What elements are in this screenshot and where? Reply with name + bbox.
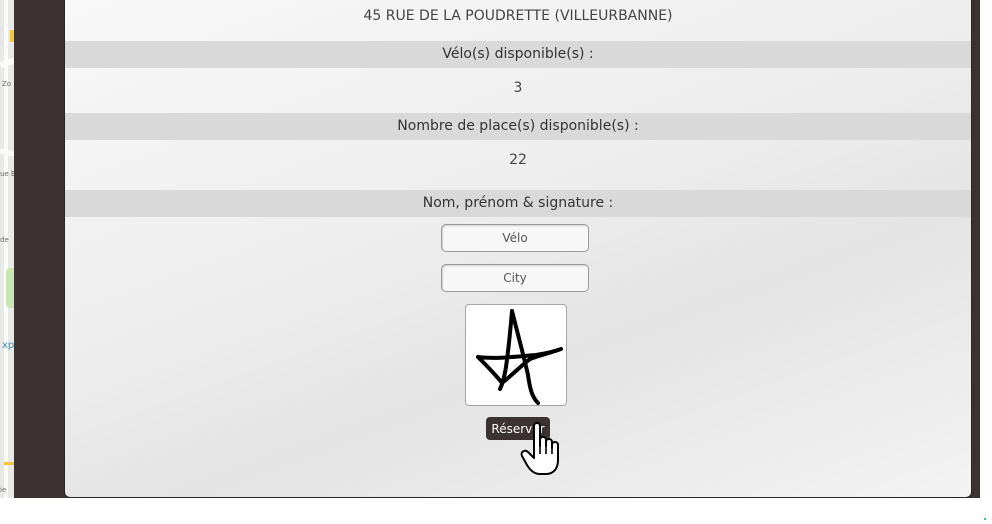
map-label: ie	[0, 486, 7, 494]
map-label: Zo	[2, 80, 12, 88]
station-info-panel: 45 RUE DE LA POUDRETTE (VILLEURBANNE) Vé…	[64, 0, 972, 498]
status-dot	[984, 518, 986, 520]
station-frame: 45 RUE DE LA POUDRETTE (VILLEURBANNE) Vé…	[14, 0, 980, 498]
map-label: de	[0, 236, 9, 244]
signature-drawing	[476, 309, 563, 405]
signature-section-label: Nom, prénom & signature :	[65, 190, 971, 217]
map-label: xp	[2, 340, 14, 351]
map-park	[6, 268, 14, 308]
map-strip[interactable]: Zo ue B de xp ie	[0, 0, 14, 498]
places-available-label: Nombre de place(s) disponible(s) :	[65, 113, 971, 140]
firstname-input[interactable]	[441, 264, 589, 292]
signature-canvas[interactable]	[465, 304, 567, 406]
map-highway	[4, 462, 14, 465]
hand-pointer-icon	[520, 422, 559, 475]
lastname-input[interactable]	[441, 224, 589, 252]
bikes-available-value: 3	[513, 80, 523, 96]
map-label: ue B	[0, 170, 14, 178]
map-road	[4, 0, 8, 498]
bikes-available-label: Vélo(s) disponible(s) :	[65, 41, 971, 68]
station-address: 45 RUE DE LA POUDRETTE (VILLEURBANNE)	[363, 8, 673, 24]
places-available-value: 22	[509, 152, 527, 168]
